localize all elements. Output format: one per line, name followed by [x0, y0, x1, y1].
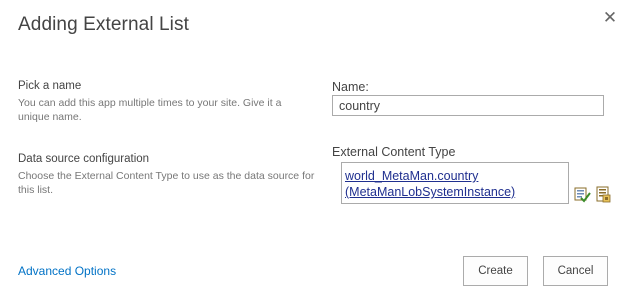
advanced-options-link[interactable]: Advanced Options [18, 264, 116, 278]
close-icon[interactable]: ✕ [600, 8, 620, 28]
adding-external-list-dialog: Adding External List ✕ Pick a name You c… [0, 0, 627, 296]
external-content-type-link-line1[interactable]: world_MetaMan.country [345, 168, 565, 184]
name-input[interactable] [332, 95, 604, 116]
name-section-description: You can add this app multiple times to y… [18, 97, 282, 123]
create-button[interactable]: Create [463, 256, 528, 286]
external-content-type-label: External Content Type [332, 145, 456, 159]
name-section-heading: Pick a name [18, 80, 82, 92]
datasource-section-heading: Data source configuration [18, 153, 150, 165]
dialog-title: Adding External List [18, 14, 189, 35]
external-content-type-picker[interactable]: world_MetaMan.country (MetaManLobSystemI… [341, 162, 569, 204]
external-content-type-link-line2[interactable]: (MetaManLobSystemInstance) [345, 184, 565, 200]
check-names-icon[interactable] [573, 185, 591, 203]
browse-content-types-icon[interactable] [594, 185, 612, 203]
datasource-section-description: Choose the External Content Type to use … [18, 170, 315, 196]
cancel-button[interactable]: Cancel [543, 256, 608, 286]
name-field-label: Name: [332, 80, 369, 94]
